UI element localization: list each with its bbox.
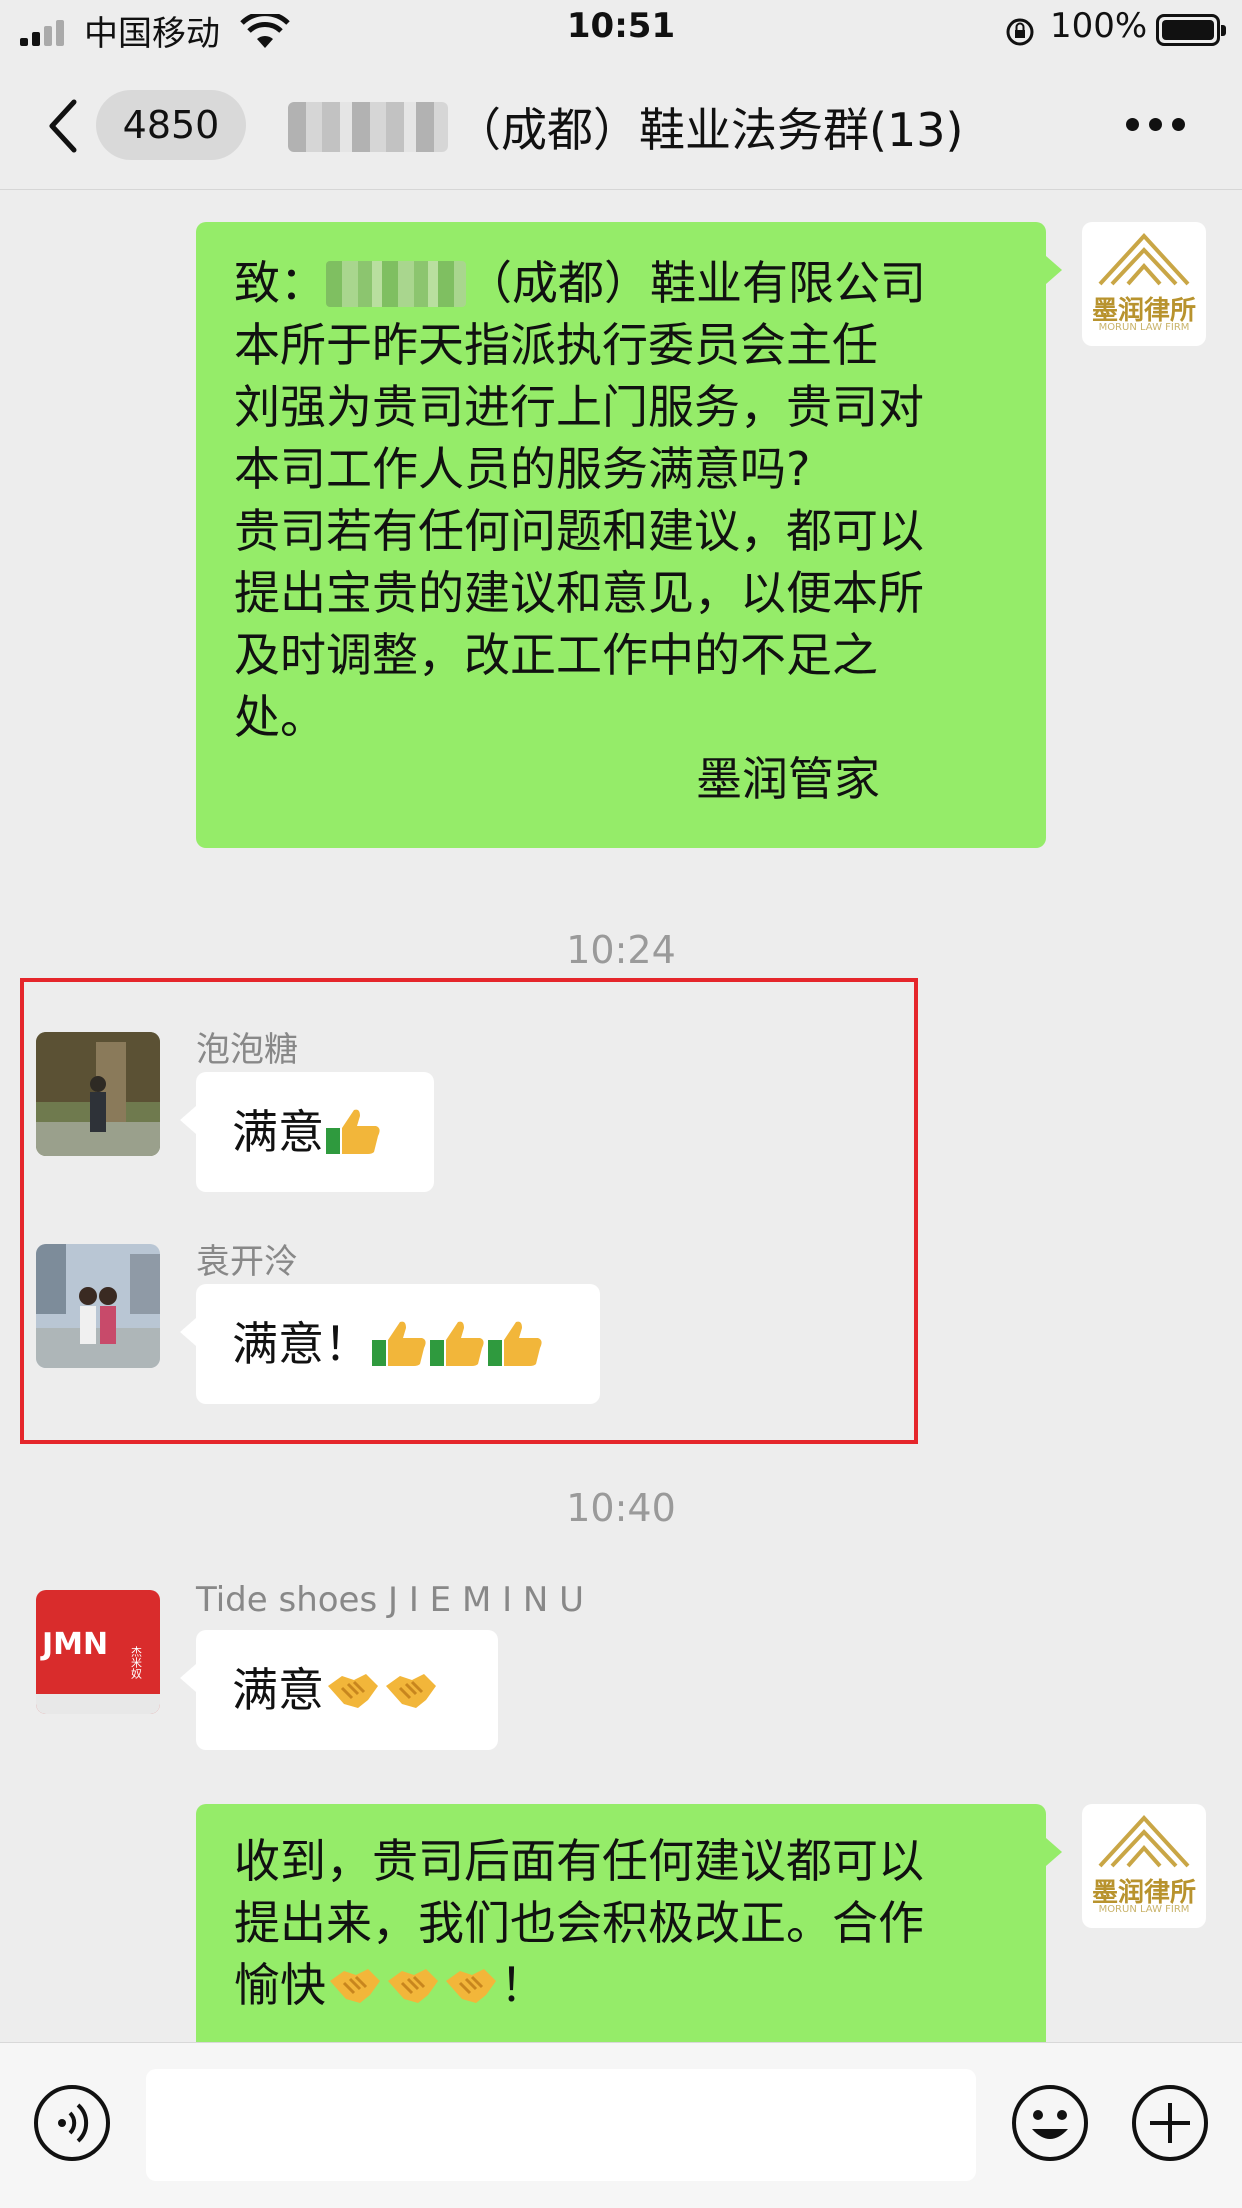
timestamp: 10:40 (566, 1486, 676, 1530)
sender-name: 泡泡糖 (196, 1030, 298, 1070)
message-bubble-yuankailing[interactable]: 满意！ (180, 1284, 600, 1404)
handshake-icon (388, 1969, 438, 2003)
message-line: 提出来，我们也会积极改正。合作 (234, 1896, 924, 1950)
message-bubble-law-firm-2[interactable]: 收到，贵司后面有任何建议都可以 提出来，我们也会积极改正。合作 愉快！ (196, 1804, 1062, 2054)
sender-name: 袁开泠 (196, 1242, 298, 1282)
message-input[interactable] (146, 2069, 976, 2181)
timestamp: 10:24 (566, 928, 676, 972)
thumbs-up-icon (430, 1321, 484, 1366)
status-bar: 中国移动 10:51 100% (0, 0, 1242, 64)
battery-icon (1156, 14, 1226, 46)
chat-title: （成都）鞋业法务群(13) (455, 103, 964, 157)
message-line: 收到，贵司后面有任何建议都可以 (234, 1834, 924, 1888)
law-firm-logo-icon (1098, 233, 1190, 286)
redacted-company-name (288, 102, 448, 152)
lock-rotation-icon (1006, 18, 1034, 46)
message-line: 刘强为贵司进行上门服务，贵司对 (234, 380, 924, 434)
message-bubble-paopaotang[interactable]: 满意 (180, 1072, 434, 1192)
message-text: 满意！ (232, 1317, 370, 1371)
back-arrow-icon[interactable] (44, 98, 84, 154)
sender-name: Tide shoes J I E M I N U (196, 1580, 585, 1620)
message-text: 满意 (232, 1105, 324, 1159)
law-firm-logo-icon (1098, 1815, 1190, 1868)
more-icon[interactable] (1126, 118, 1186, 132)
thumbs-up-icon (372, 1321, 426, 1366)
law-firm-subtitle: MORUN LAW FIRM (1098, 322, 1190, 333)
nav-bar: 4850 （成都）鞋业法务群(13) (0, 64, 1242, 190)
jmn-logo-text: JMN (40, 1627, 108, 1662)
avatar-law-firm[interactable]: 墨润律所 MORUN LAW FIRM (1082, 1804, 1206, 1928)
message-line: 本司工作人员的服务满意吗? (234, 442, 811, 496)
input-bar (0, 2042, 1242, 2208)
law-firm-subtitle: MORUN LAW FIRM (1098, 1904, 1190, 1915)
thumbs-up-icon (326, 1109, 380, 1154)
jmn-logo-side-text: 杰米奴 (130, 1646, 143, 1680)
message-line: 及时调整，改正工作中的不足之 (234, 628, 878, 682)
emoji-icon[interactable] (1010, 2083, 1090, 2163)
message-signature: 墨润管家 (696, 752, 880, 806)
message-line: 致： （成都）鞋业有限公司 (234, 256, 926, 310)
handshake-icon (330, 1969, 380, 2003)
battery-percent: 100% (1050, 6, 1148, 46)
message-bubble-tide-shoes[interactable]: 满意 (180, 1630, 498, 1750)
avatar-law-firm[interactable]: 墨润律所 MORUN LAW FIRM (1082, 222, 1206, 346)
message-line: 处。 (234, 690, 326, 744)
message-line: 提出宝贵的建议和意见，以便本所 (234, 566, 924, 620)
avatar-paopaotang[interactable] (36, 1032, 160, 1156)
voice-icon[interactable] (32, 2083, 112, 2163)
avatar-tide-shoes[interactable]: JMN 杰米奴 (36, 1590, 160, 1714)
unread-count-badge[interactable]: 4850 (96, 90, 246, 160)
message-line: 贵司若有任何问题和建议，都可以 (234, 504, 924, 558)
redacted-text (326, 261, 466, 307)
message-text: 满意 (232, 1663, 324, 1717)
handshake-icon (328, 1674, 378, 1708)
handshake-icon (386, 1674, 436, 1708)
message-line: 本所于昨天指派执行委员会主任 (234, 318, 878, 372)
plus-icon[interactable] (1130, 2083, 1210, 2163)
thumbs-up-icon (488, 1321, 542, 1366)
handshake-icon (446, 1969, 496, 2003)
avatar-yuankailing[interactable] (36, 1244, 160, 1368)
message-line: 愉快！ (234, 1958, 546, 2012)
message-bubble-law-firm-1[interactable]: 致： （成都）鞋业有限公司 本所于昨天指派执行委员会主任 刘强为贵司进行上门服务，… (196, 222, 1062, 848)
